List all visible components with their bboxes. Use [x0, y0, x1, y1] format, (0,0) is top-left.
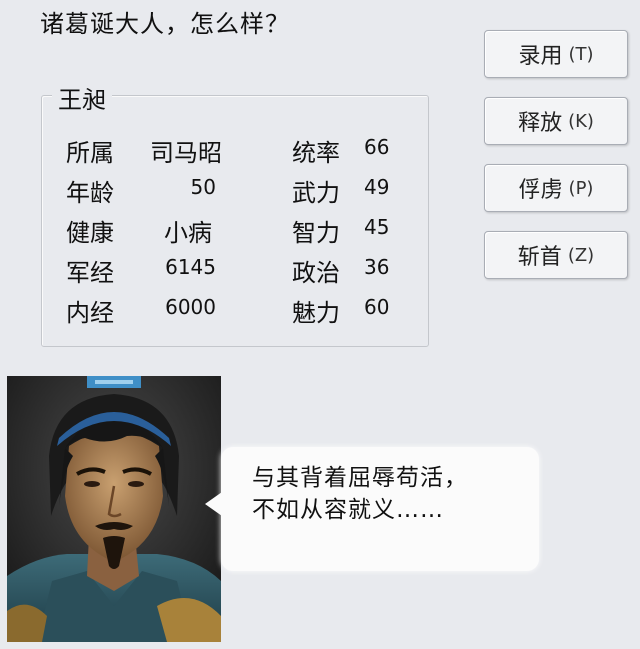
portrait-illustration — [7, 376, 221, 642]
stat-value-affiliation: 司马昭 — [150, 139, 222, 167]
stat-value-health: 小病 — [164, 219, 212, 247]
stat-label-age: 年龄 — [66, 179, 114, 207]
stat-label-military-exp: 军经 — [66, 259, 114, 287]
stat-label-war: 武力 — [292, 179, 340, 207]
speech-bubble-tail — [205, 492, 222, 516]
execute-button-label: 斩首 — [517, 245, 562, 270]
dialogue-line-2: 不如从容就义…… — [252, 497, 444, 523]
stat-label-domestic-exp: 内经 — [66, 299, 114, 327]
stat-label-affiliation: 所属 — [66, 139, 114, 167]
stat-label-intelligence: 智力 — [292, 219, 340, 247]
execute-hotkey: (Z) — [567, 244, 595, 266]
capture-button[interactable]: 俘虏 (P) — [484, 164, 628, 212]
stat-value-charisma: 60 — [364, 295, 390, 319]
stat-label-leadership: 统率 — [292, 139, 340, 167]
stat-value-military-exp: 6145 — [165, 255, 216, 279]
release-button[interactable]: 释放 (K) — [484, 97, 628, 145]
officer-name: 王昶 — [52, 80, 112, 115]
dialogue-text: 与其背着屈辱苟活， 不如从容就义…… — [252, 462, 468, 526]
stat-value-politics: 36 — [364, 255, 390, 279]
stat-label-health: 健康 — [66, 219, 114, 247]
dialogue-line-1: 与其背着屈辱苟活， — [252, 465, 468, 491]
release-hotkey: (K) — [568, 110, 594, 132]
stat-value-age: 50 — [190, 175, 216, 199]
recruit-button[interactable]: 录用 (T) — [484, 30, 628, 78]
recruit-button-label: 录用 — [518, 44, 563, 69]
officer-portrait — [7, 376, 221, 642]
execute-button[interactable]: 斩首 (Z) — [484, 231, 628, 279]
stat-label-politics: 政治 — [292, 259, 340, 287]
capture-button-label: 俘虏 — [518, 178, 563, 203]
stat-value-intelligence: 45 — [364, 215, 390, 239]
stat-value-war: 49 — [364, 175, 390, 199]
recruit-hotkey: (T) — [568, 43, 594, 65]
stat-label-charisma: 魅力 — [292, 299, 340, 327]
release-button-label: 释放 — [518, 111, 563, 136]
stat-value-leadership: 66 — [364, 135, 390, 159]
stat-value-domestic-exp: 6000 — [165, 295, 216, 319]
capture-hotkey: (P) — [568, 177, 594, 199]
prompt-question: 诸葛诞大人，怎么样？ — [40, 10, 290, 38]
